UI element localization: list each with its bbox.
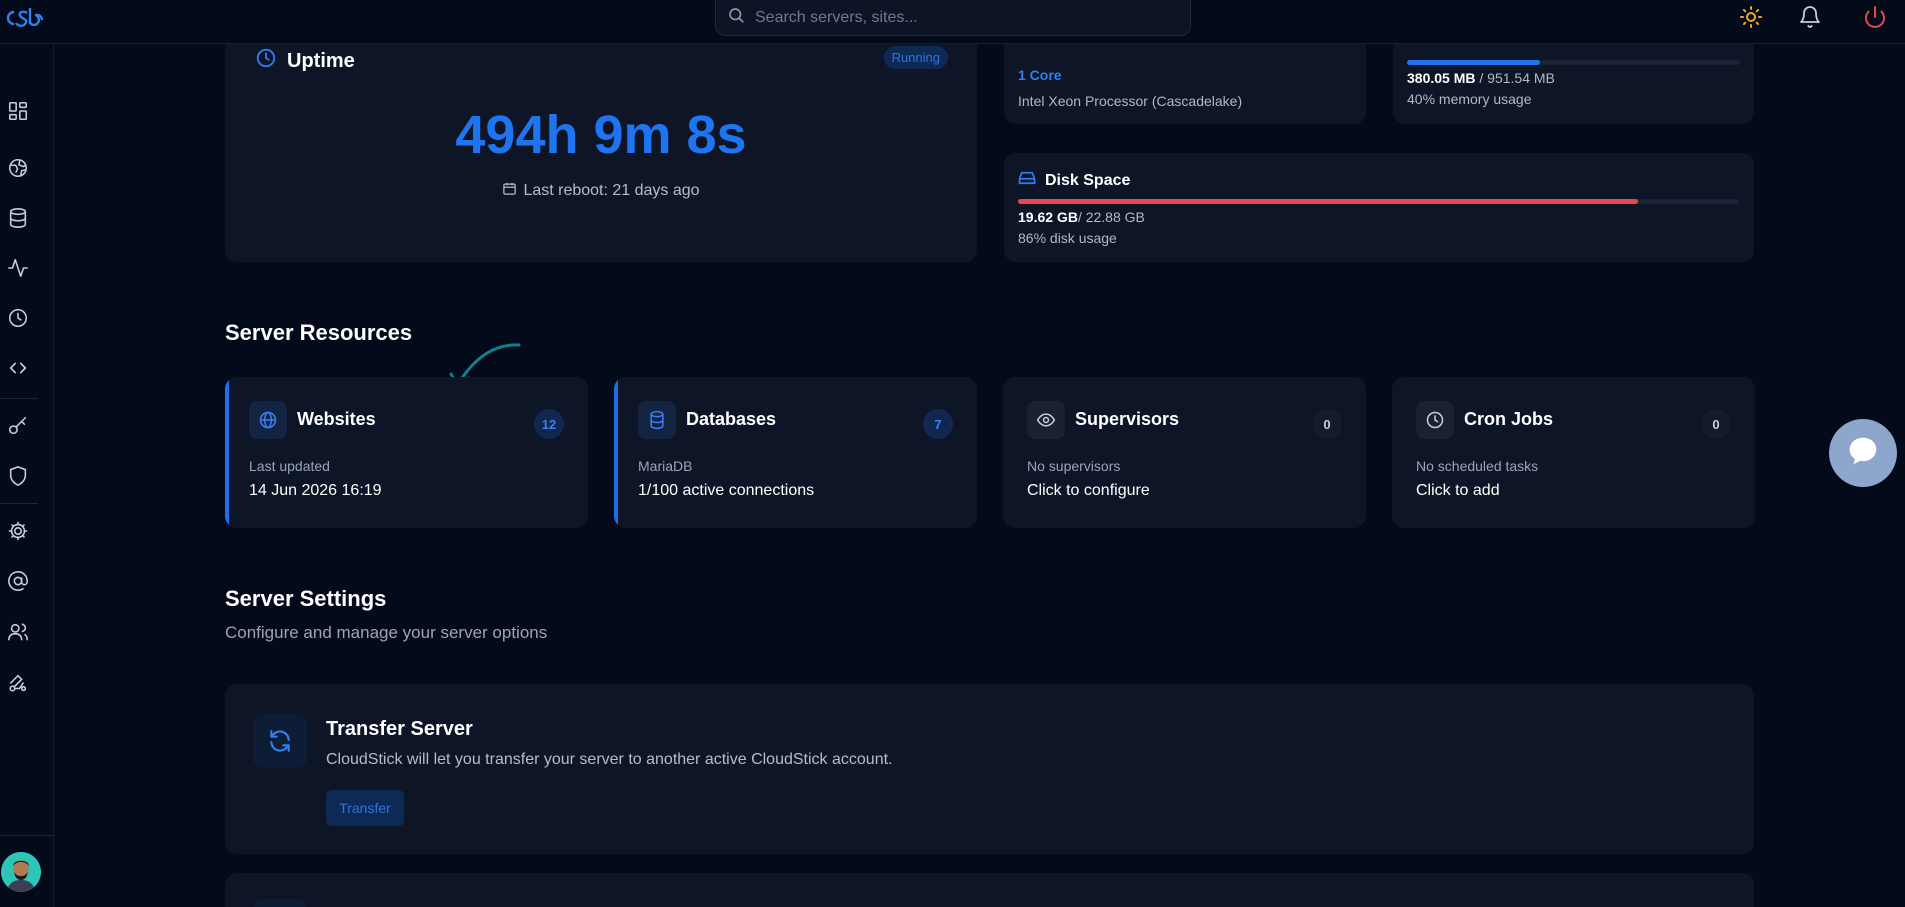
memory-total: / 951.54 MB [1479,70,1555,86]
memory-used: 380.05 MB [1407,70,1476,86]
disk-header: Disk Space [1018,170,1130,191]
activity-icon[interactable] [5,255,31,281]
globe-icon [249,401,287,439]
uptime-title: Uptime [287,49,355,72]
sidebar-divider [0,835,54,836]
disk-usage-fill [1018,199,1639,204]
cpu-processor: Intel Xeon Processor (Cascadelake) [1018,93,1243,109]
websites-value: 14 Jun 2026 16:19 [249,482,382,499]
shield-icon[interactable] [5,463,31,489]
chat-widget-button[interactable] [1829,419,1897,487]
code-icon[interactable] [5,355,31,381]
supervisors-card[interactable]: Supervisors 0 No supervisors Click to co… [1003,377,1366,528]
sun-icon[interactable] [1737,3,1765,31]
supervisors-value[interactable]: Click to configure [1027,482,1150,500]
server-settings-subtitle: Configure and manage your server options [225,623,548,642]
transfer-server-card: Transfer Server CloudStick will let you … [225,684,1754,854]
hard-drive-icon [1018,170,1036,191]
cpu-cores: 1 Core [1018,67,1062,83]
calendar-icon [502,181,517,201]
transfer-button[interactable]: Transfer [326,790,404,826]
globe-icon[interactable] [5,155,31,181]
disk-total: / 22.88 GB [1077,209,1145,225]
chat-icon [1844,432,1882,475]
at-sign-icon[interactable] [5,568,31,594]
next-settings-card [225,873,1754,907]
top-bar [0,0,1905,44]
databases-card[interactable]: Databases 7 MariaDB 1/100 active connect… [614,377,977,528]
memory-usage-bar [1407,60,1740,65]
power-icon[interactable] [1861,3,1889,31]
databases-count-badge: 7 [923,409,953,439]
cron-jobs-title: Cron Jobs [1464,409,1554,429]
disk-title: Disk Space [1045,171,1131,189]
server-resources-title: Server Resources [225,320,413,345]
eye-icon [1027,401,1065,439]
logo[interactable] [0,2,48,32]
cron-jobs-value[interactable]: Click to add [1416,482,1500,500]
supervisors-count-badge: 0 [1312,409,1342,439]
websites-count-badge: 12 [534,409,564,439]
settings-card-icon [253,899,307,907]
databases-value: 1/100 active connections [638,482,815,499]
clock-icon[interactable] [5,305,31,331]
transfer-server-title: Transfer Server [326,718,473,740]
databases-title: Databases [686,409,777,429]
websites-label: Last updated [249,458,330,474]
disk-usage-text: 86% disk usage [1018,230,1117,246]
dashboard-icon[interactable] [5,98,31,124]
websites-card[interactable]: Websites 12 Last updated 14 Jun 2026 16:… [225,377,588,528]
transfer-server-description: CloudStick will let you transfer your se… [326,751,893,768]
memory-values: 380.05 MB / 951.54 MB [1407,70,1555,86]
key-icon[interactable] [5,413,31,439]
sidebar-divider [0,398,38,399]
memory-usage-fill [1407,60,1541,65]
databases-label: MariaDB [638,458,693,474]
uptime-header: Uptime [255,47,355,75]
cron-jobs-card[interactable]: Cron Jobs 0 No scheduled tasks Click to … [1392,377,1755,528]
sidebar-divider [0,503,38,504]
search-icon [727,6,745,29]
memory-usage-text: 40% memory usage [1407,91,1532,107]
sidebar [0,44,54,907]
cron-jobs-label: No scheduled tasks [1416,458,1539,474]
last-reboot-text: Last reboot: 21 days ago [523,182,700,199]
disk-values: 19.62 GB/ 22.88 GB [1018,209,1145,225]
disk-card: Disk Space 19.62 GB/ 22.88 GB 86% disk u… [1004,153,1754,262]
supervisors-label: No supervisors [1027,458,1121,474]
last-reboot: Last reboot: 21 days ago [225,181,977,201]
server-settings-title: Server Settings [225,586,387,611]
database-icon[interactable] [5,205,31,231]
disk-used: 19.62 GB [1018,209,1078,225]
database-icon [638,401,676,439]
uptime-value: 494h 9m 8s [455,105,747,165]
supervisors-title: Supervisors [1075,409,1180,429]
cron-jobs-count-badge: 0 [1701,409,1731,439]
avatar[interactable] [1,852,41,892]
search-bar[interactable] [715,0,1191,36]
disk-usage-bar [1018,199,1739,204]
refresh-icon [253,714,307,768]
settings-icon[interactable] [5,518,31,544]
clock-icon [255,47,277,75]
websites-title: Websites [297,409,376,429]
status-badge: Running [883,46,948,69]
route-icon[interactable] [5,670,31,696]
users-icon[interactable] [5,619,31,645]
clock-icon [1416,401,1454,439]
search-input[interactable] [755,8,1175,27]
bell-icon[interactable] [1796,3,1824,31]
